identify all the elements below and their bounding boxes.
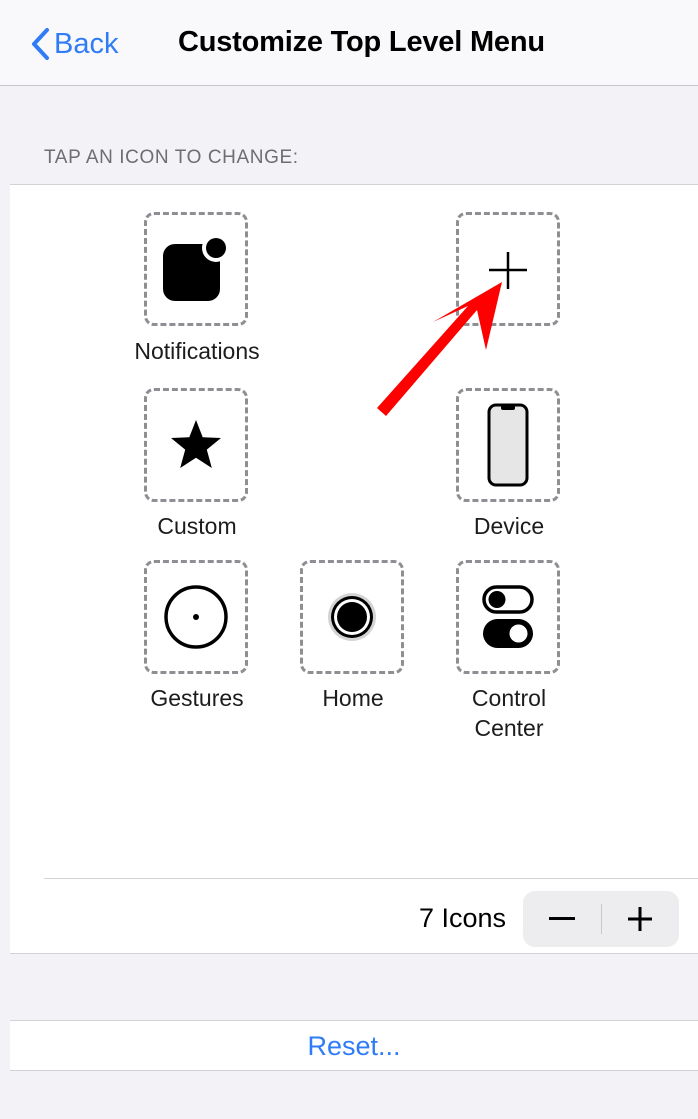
slot-custom[interactable]: [144, 388, 248, 502]
add-plus-icon: [489, 252, 527, 289]
slot-label-device: Device: [473, 513, 545, 539]
slot-control-center[interactable]: [456, 560, 560, 674]
star-icon: [171, 420, 221, 468]
slot-label-custom: Custom: [157, 513, 237, 539]
slot-label-notifications: Notifications: [134, 338, 260, 364]
slot-label-control-center: Control Center: [409, 683, 609, 743]
reset-panel: Reset...: [10, 1020, 698, 1071]
plus-icon: [628, 907, 653, 931]
row-divider: [44, 878, 698, 879]
gestures-circle-icon: [164, 585, 228, 649]
reset-button[interactable]: Reset...: [10, 1021, 698, 1072]
control-center-toggles-icon: [482, 585, 534, 648]
icon-count-label: 7 Icons: [418, 903, 506, 933]
home-button-icon: [328, 593, 376, 641]
decrement-button[interactable]: [523, 891, 601, 947]
slot-notifications[interactable]: [144, 212, 248, 326]
page-title: Customize Top Level Menu: [178, 26, 545, 58]
navigation-bar: Back Customize Top Level Menu: [0, 0, 698, 86]
icon-count-stepper: [523, 891, 679, 947]
back-button[interactable]: Back: [30, 22, 118, 66]
slot-label-control-line2: Center: [474, 715, 544, 741]
slot-home[interactable]: [300, 560, 404, 674]
minus-icon: [548, 917, 575, 920]
slot-empty-add[interactable]: [456, 212, 560, 326]
slot-gestures[interactable]: [144, 560, 248, 674]
increment-button[interactable]: [602, 891, 680, 947]
section-header: TAP AN ICON TO CHANGE:: [44, 147, 299, 168]
back-button-label: Back: [54, 27, 119, 60]
chevron-left-icon: [32, 28, 49, 60]
notifications-icon: [163, 235, 230, 301]
slot-device[interactable]: [456, 388, 560, 502]
iphone-device-icon: [487, 403, 529, 487]
slot-label-control-line1: Control: [471, 685, 547, 711]
